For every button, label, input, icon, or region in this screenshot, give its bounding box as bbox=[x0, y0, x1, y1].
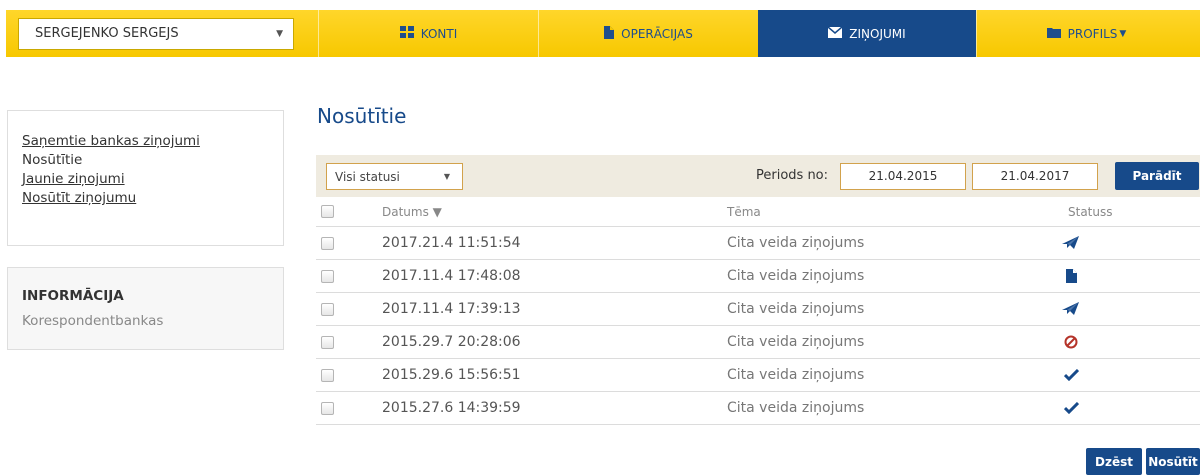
row-checkbox[interactable] bbox=[321, 368, 334, 382]
table-row[interactable]: 2015.29.7 20:28:06 Cita veida ziņojums bbox=[316, 326, 1200, 359]
row-date: 2017.11.4 17:48:08 bbox=[382, 268, 521, 284]
info-panel: INFORMĀCIJA Korespondentbankas bbox=[7, 267, 284, 350]
caret-down-icon: ▼ bbox=[443, 172, 450, 181]
delete-button[interactable]: Dzēst bbox=[1086, 448, 1142, 475]
main-nav: KONTI OPERĀCIJAS ZIŅOJUMI PROFILS ▼ bbox=[318, 10, 1196, 57]
row-topic: Cita veida ziņojums bbox=[727, 367, 865, 383]
row-checkbox[interactable] bbox=[321, 269, 334, 283]
row-topic: Cita veida ziņojums bbox=[727, 400, 865, 416]
show-button[interactable]: Parādīt bbox=[1115, 162, 1199, 190]
table-header: Datums ▼ Tēma Statuss bbox=[316, 197, 1200, 227]
column-header-status: Statuss bbox=[1068, 204, 1113, 219]
nav-item-label: PROFILS bbox=[1067, 26, 1118, 41]
row-topic: Cita veida ziņojums bbox=[727, 334, 865, 350]
check-icon bbox=[1061, 399, 1081, 417]
filter-bar: Visi statusi ▼ Periods no: 21.04.2015 21… bbox=[316, 155, 1200, 197]
nav-item-label: ZIŅOJUMI bbox=[849, 26, 906, 41]
user-select-value: SERGEJENKO SERGEJS bbox=[35, 26, 179, 41]
nav-item-profils[interactable]: PROFILS ▼ bbox=[976, 10, 1196, 57]
sent-icon bbox=[1061, 300, 1081, 318]
nav-item-zinojumi[interactable]: ZIŅOJUMI bbox=[758, 10, 976, 57]
status-filter-value: Visi statusi bbox=[335, 169, 400, 184]
rejected-icon bbox=[1061, 333, 1081, 351]
row-checkbox[interactable] bbox=[321, 236, 334, 250]
document-icon bbox=[1061, 267, 1081, 285]
select-all-checkbox[interactable] bbox=[321, 205, 334, 218]
row-date: 2017.21.4 11:51:54 bbox=[382, 235, 521, 251]
row-date: 2015.29.6 15:56:51 bbox=[382, 367, 521, 383]
sidebar-menu: Saņemtie bankas ziņojumi Nosūtītie Jauni… bbox=[7, 110, 284, 246]
row-checkbox[interactable] bbox=[321, 335, 334, 349]
sidebar-item-received[interactable]: Saņemtie bankas ziņojumi bbox=[22, 132, 269, 151]
grid-icon bbox=[399, 26, 414, 41]
nav-item-label: OPERĀCIJAS bbox=[621, 26, 693, 41]
row-topic: Cita veida ziņojums bbox=[727, 235, 865, 251]
info-title: INFORMĀCIJA bbox=[22, 288, 124, 304]
date-from-input[interactable]: 21.04.2015 bbox=[840, 163, 966, 190]
folder-icon bbox=[1046, 27, 1061, 41]
row-checkbox[interactable] bbox=[321, 302, 334, 316]
table-row[interactable]: 2015.29.6 15:56:51 Cita veida ziņojums bbox=[316, 359, 1200, 392]
row-checkbox[interactable] bbox=[321, 401, 334, 415]
nav-item-label: KONTI bbox=[420, 26, 458, 41]
send-button[interactable]: Nosūtīt bbox=[1146, 448, 1200, 475]
envelope-icon bbox=[827, 25, 843, 41]
status-filter-select[interactable]: Visi statusi ▼ bbox=[326, 163, 463, 190]
date-to-input[interactable]: 21.04.2017 bbox=[972, 163, 1098, 190]
row-topic: Cita veida ziņojums bbox=[727, 301, 865, 317]
sent-icon bbox=[1061, 234, 1081, 252]
table-row[interactable]: 2015.27.6 14:39:59 Cita veida ziņojums bbox=[316, 392, 1200, 425]
row-date: 2015.27.6 14:39:59 bbox=[382, 400, 521, 416]
page-title: Nosūtītie bbox=[317, 104, 407, 128]
document-icon bbox=[604, 25, 615, 42]
table-row[interactable]: 2017.21.4 11:51:54 Cita veida ziņojums bbox=[316, 227, 1200, 260]
top-navigation-bar: SERGEJENKO SERGEJS ▼ KONTI OPERĀCIJAS ZI… bbox=[6, 10, 1200, 57]
row-date: 2017.11.4 17:39:13 bbox=[382, 301, 521, 317]
column-header-topic: Tēma bbox=[727, 204, 761, 219]
nav-item-operacijas[interactable]: OPERĀCIJAS bbox=[538, 10, 758, 57]
nav-item-konti[interactable]: KONTI bbox=[318, 10, 538, 57]
messages-table: Datums ▼ Tēma Statuss 2017.21.4 11:51:54… bbox=[316, 197, 1200, 425]
sidebar-item-sent[interactable]: Nosūtītie bbox=[22, 151, 269, 170]
row-date: 2015.29.7 20:28:06 bbox=[382, 334, 521, 350]
sidebar-item-send-message[interactable]: Nosūtīt ziņojumu bbox=[22, 189, 269, 208]
info-link-correspondent-banks[interactable]: Korespondentbankas bbox=[22, 313, 269, 329]
user-select[interactable]: SERGEJENKO SERGEJS ▼ bbox=[18, 17, 294, 50]
row-topic: Cita veida ziņojums bbox=[727, 268, 865, 284]
caret-down-icon: ▼ bbox=[1119, 28, 1127, 39]
table-row[interactable]: 2017.11.4 17:39:13 Cita veida ziņojums bbox=[316, 293, 1200, 326]
table-row[interactable]: 2017.11.4 17:48:08 Cita veida ziņojums bbox=[316, 260, 1200, 293]
sidebar-item-new[interactable]: Jaunie ziņojumi bbox=[22, 170, 269, 189]
caret-down-icon: ▼ bbox=[276, 28, 283, 39]
period-label: Periods no: bbox=[756, 168, 829, 183]
column-header-date[interactable]: Datums ▼ bbox=[382, 205, 442, 219]
check-icon bbox=[1061, 366, 1081, 384]
